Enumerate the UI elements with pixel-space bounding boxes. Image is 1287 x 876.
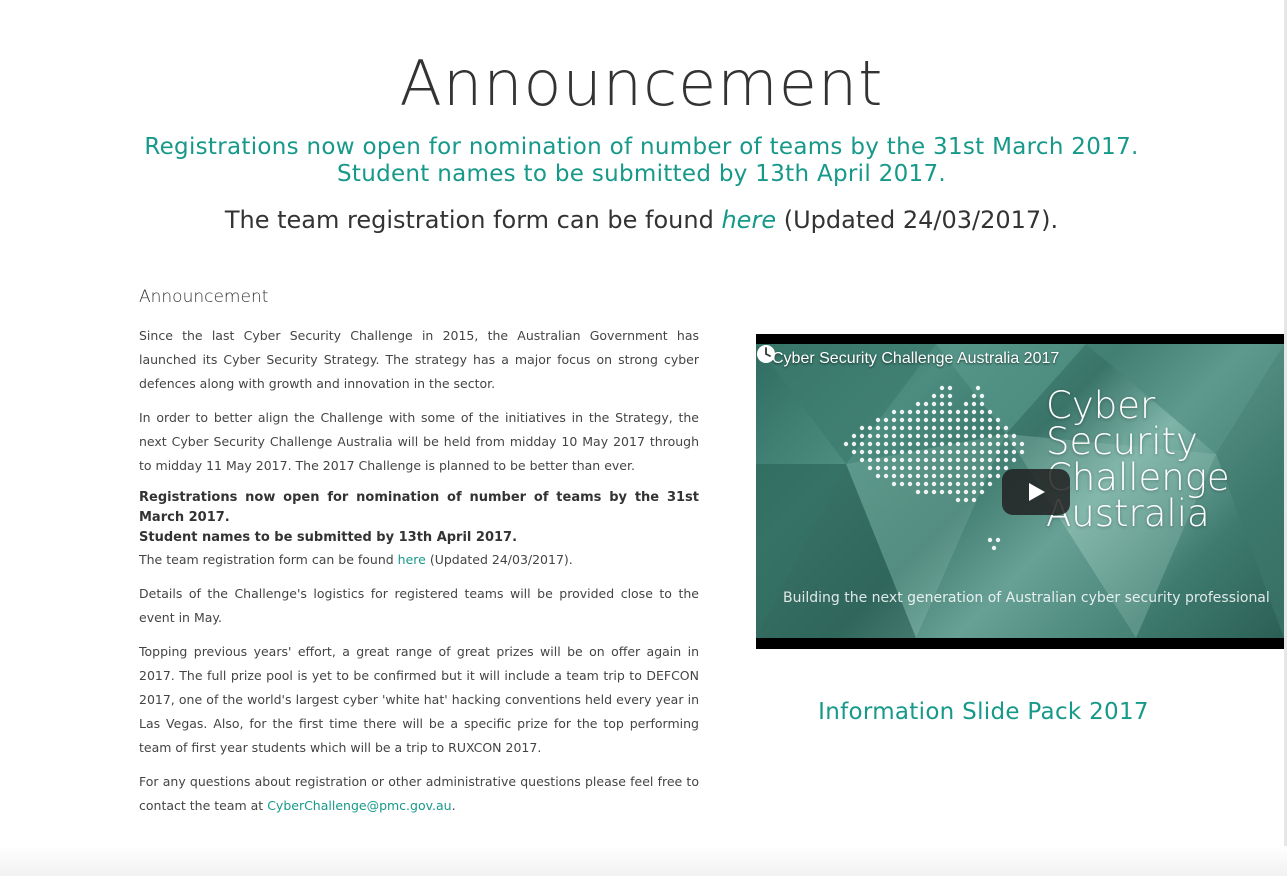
paragraph-contact: For any questions about registration or … [139, 770, 699, 818]
video-player[interactable]: Cyber Security Challenge Australia 2017 … [756, 334, 1284, 649]
play-icon [1029, 483, 1045, 501]
paragraph-strategy: Since the last Cyber Security Challenge … [139, 328, 699, 391]
contact-suffix: . [451, 798, 456, 813]
video-thumbnail[interactable]: Cyber Security Challenge Australia 2017 … [756, 344, 1284, 638]
page-title: Announcement [399, 47, 884, 120]
video-headline: Cyber Security Challenge Australia [1046, 384, 1230, 535]
video-headline-line1: Cyber [1046, 384, 1156, 427]
registration-form-link[interactable]: here [721, 206, 776, 234]
announcement-content: Announcement Since the last Cyber Securi… [139, 284, 699, 828]
form-line-suffix: (Updated 24/03/2017). [776, 206, 1059, 234]
form-small-prefix: The team registration form can be found [139, 552, 398, 567]
video-headline-line2: Security [1046, 420, 1198, 463]
slide-pack-link[interactable]: Information Slide Pack 2017 [756, 696, 1211, 728]
bottom-shade [0, 846, 1287, 876]
student-names-deadline-bold: Student names to be submitted by 13th Ap… [139, 530, 518, 545]
registration-deadline-bold: Registrations now open for nomination of… [139, 490, 699, 525]
announcement-subtitle: Announcement [139, 287, 269, 307]
video-tagline: Building the next generation of Australi… [783, 590, 1270, 606]
play-button[interactable] [1002, 469, 1070, 515]
registration-form-link-small[interactable]: here [398, 552, 426, 567]
registration-form-line-small: The team registration form can be found … [139, 548, 699, 572]
student-names-deadline-text: Student names to be submitted by 13th Ap… [336, 161, 946, 187]
registration-banner: Registrations now open for nomination of… [0, 134, 1283, 188]
contact-email-link[interactable]: CyberChallenge@pmc.gov.au [267, 798, 451, 813]
video-title[interactable]: Cyber Security Challenge Australia 2017 [772, 348, 1059, 370]
form-line-prefix: The team registration form can be found [224, 206, 722, 234]
video-headline-line3: Challenge [1046, 456, 1230, 499]
page: Announcement Registrations now open for … [0, 0, 1287, 876]
registration-deadline-text: Registrations now open for nomination of… [144, 134, 1139, 160]
form-small-suffix: (Updated 24/03/2017). [425, 552, 573, 567]
paragraph-prizes: Topping previous years' effort, a great … [139, 644, 699, 755]
paragraph-logistics: Details of the Challenge's logistics for… [139, 586, 699, 625]
paragraph-dates: In order to better align the Challenge w… [139, 410, 699, 473]
clock-icon[interactable] [756, 344, 776, 364]
video-headline-line4: Australia [1046, 492, 1210, 535]
registration-form-line: The team registration form can be found … [0, 204, 1283, 236]
